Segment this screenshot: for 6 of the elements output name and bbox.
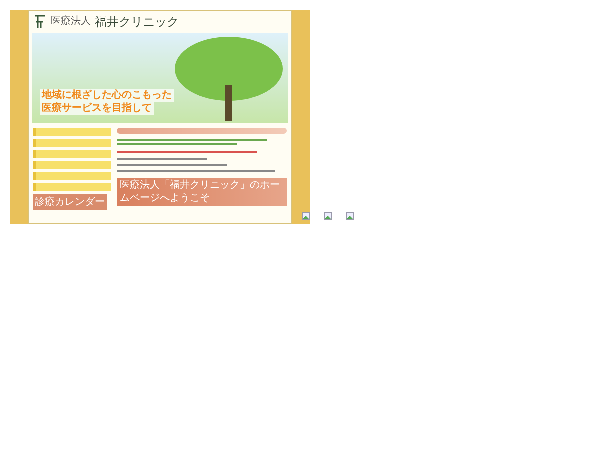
org-label: 医療法人 [51,17,91,27]
slogan-text: 地域に根ざした心のこもった [40,89,174,102]
clinic-name: 福井クリニック [95,16,179,28]
calendar-title: 診療カレンダー [33,194,107,210]
slogan-text: 医療サービスを目指して [40,102,154,115]
section-title: 医療法人「福井クリニック」のホームページへようこそ [117,178,287,206]
